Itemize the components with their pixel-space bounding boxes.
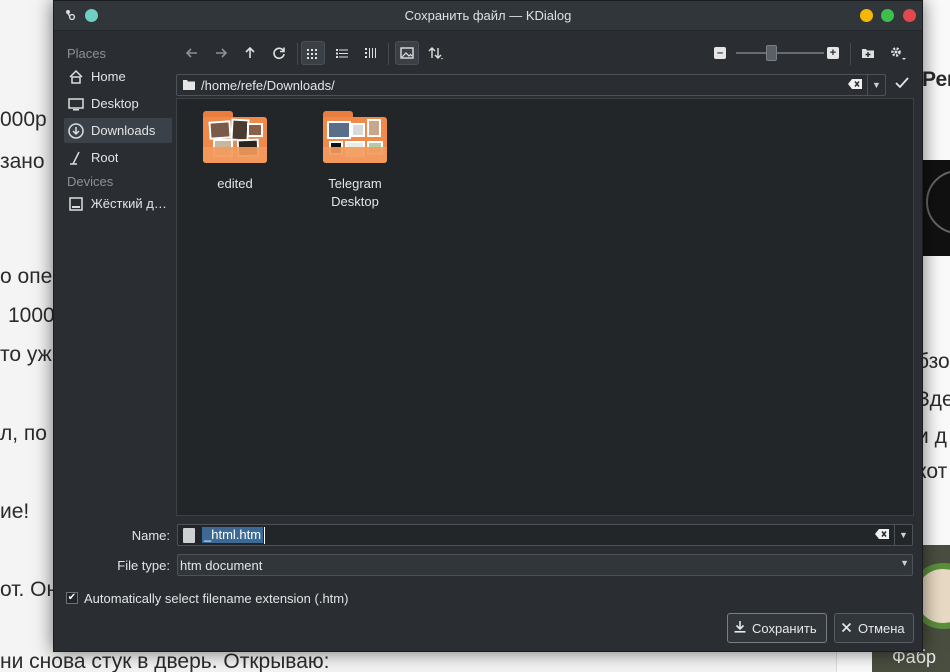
auto-extension-checkbox[interactable]: ✔ xyxy=(66,592,78,604)
detail-view-icon[interactable] xyxy=(359,41,383,65)
folder-icon xyxy=(203,111,267,163)
filename-input[interactable]: _html.htm ▼ xyxy=(177,524,913,546)
file-icon xyxy=(183,528,195,543)
bg-sidebar-line: Рем xyxy=(922,68,950,91)
chevron-down-icon[interactable]: ▼ xyxy=(867,75,885,95)
confirm-path-icon[interactable] xyxy=(892,75,912,95)
place-item-home[interactable]: Home xyxy=(64,64,172,89)
new-folder-icon[interactable] xyxy=(856,41,880,65)
places-section-header: Places xyxy=(67,46,107,61)
text-caret xyxy=(264,527,265,544)
compact-view-icon[interactable] xyxy=(330,41,354,65)
zoom-in-icon[interactable]: + xyxy=(827,47,839,59)
folder-icon xyxy=(182,78,196,92)
filetype-value: htm document xyxy=(180,558,263,573)
toolbar-separator xyxy=(388,43,389,65)
filetype-label: File type: xyxy=(117,558,170,573)
save-button-label: Сохранить xyxy=(752,620,817,636)
zoom-slider-handle[interactable] xyxy=(766,45,777,61)
place-item-desktop[interactable]: Desktop xyxy=(64,91,172,116)
file-view[interactable]: edited Telegram Desktop xyxy=(176,98,914,516)
chevron-down-icon: ▼ xyxy=(900,558,909,568)
place-label: Home xyxy=(91,69,126,84)
bg-text-line: 000р xyxy=(0,108,47,131)
bg-thumbnail xyxy=(922,160,950,256)
bg-text-line: ие! xyxy=(0,500,30,523)
bg-text-line: то уж xyxy=(0,343,52,366)
name-label: Name: xyxy=(131,528,170,543)
bg-text-line: 1000 xyxy=(8,304,55,327)
zoom-out-icon[interactable]: – xyxy=(714,47,726,59)
window-title: Сохранить файл — KDialog xyxy=(404,8,572,23)
location-bar[interactable]: /home/refe/Downloads/ ▼ xyxy=(176,74,886,96)
places-panel: Places Home Desktop Downloads Root Devic… xyxy=(54,32,176,516)
bg-text-line: зано xyxy=(0,150,45,173)
clear-text-icon[interactable] xyxy=(874,528,890,542)
bg-text-line: о опе xyxy=(0,265,53,288)
toolbar-separator xyxy=(297,43,298,65)
sort-icon[interactable] xyxy=(424,41,448,65)
zoom-slider[interactable] xyxy=(736,52,824,54)
preview-icon[interactable] xyxy=(395,41,419,65)
cancel-button-label: Отмена xyxy=(858,620,905,636)
bg-text-line: л, по xyxy=(0,422,47,445)
hard-drive-icon xyxy=(67,195,85,213)
folder-icon xyxy=(323,111,387,163)
back-arrow-icon[interactable] xyxy=(180,41,204,65)
close-button[interactable] xyxy=(903,9,916,22)
reload-icon[interactable] xyxy=(267,41,291,65)
root-icon xyxy=(67,149,85,167)
devices-section-header: Devices xyxy=(67,174,114,189)
cancel-button[interactable]: Отмена xyxy=(834,613,914,643)
clear-text-icon[interactable] xyxy=(847,78,863,92)
file-item-folder[interactable]: Telegram Desktop xyxy=(305,111,405,211)
home-icon xyxy=(67,68,85,86)
maximize-button[interactable] xyxy=(881,9,894,22)
place-label: Root xyxy=(91,150,119,165)
minimize-button[interactable] xyxy=(860,9,873,22)
save-icon xyxy=(734,620,746,636)
filetype-select[interactable]: htm document ▼ xyxy=(177,554,913,576)
cancel-icon xyxy=(841,621,852,636)
location-path[interactable]: /home/refe/Downloads/ xyxy=(201,78,335,93)
icons-view-icon[interactable] xyxy=(301,41,325,65)
file-item-folder[interactable]: edited xyxy=(185,111,285,193)
up-arrow-icon[interactable] xyxy=(238,41,262,65)
toolbar-separator xyxy=(850,43,851,65)
place-item-root[interactable]: Root xyxy=(64,145,172,170)
save-button[interactable]: Сохранить xyxy=(727,613,827,643)
bg-text-line: ни снова стук в дверь. Открываю: xyxy=(0,650,330,672)
file-name: Telegram Desktop xyxy=(328,176,382,209)
desktop-icon xyxy=(67,95,85,113)
downloads-icon xyxy=(67,122,85,140)
save-file-dialog: Сохранить файл — KDialog Places Home Des… xyxy=(53,0,923,652)
place-label: Жёсткий диск xyxy=(90,196,172,211)
place-label: Downloads xyxy=(91,123,156,138)
auto-extension-label[interactable]: Automatically select filename extension … xyxy=(84,591,348,606)
chevron-down-icon[interactable]: ▼ xyxy=(894,525,912,545)
forward-arrow-icon[interactable] xyxy=(209,41,233,65)
file-name: edited xyxy=(217,176,253,191)
bg-text-line: от. Он xyxy=(0,578,59,601)
place-item-hard-drive[interactable]: Жёсткий диск xyxy=(64,191,172,216)
place-item-downloads[interactable]: Downloads xyxy=(64,118,172,143)
filename-value[interactable]: _html.htm xyxy=(202,527,264,543)
titlebar: Сохранить файл — KDialog xyxy=(54,1,922,31)
options-gear-icon[interactable] xyxy=(886,41,910,65)
place-label: Desktop xyxy=(91,96,139,111)
